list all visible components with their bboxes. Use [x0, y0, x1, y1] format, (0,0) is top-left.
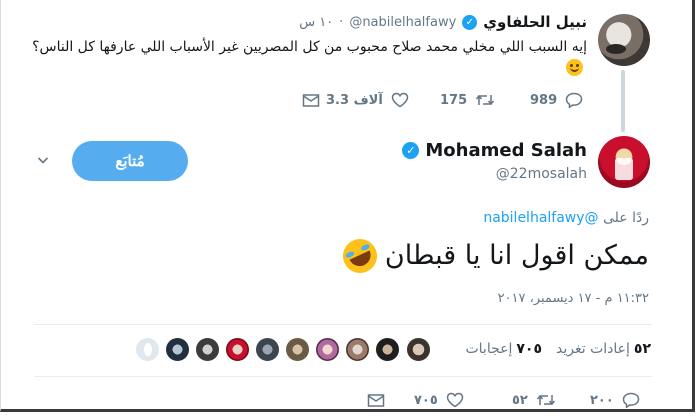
liker-avatar[interactable]: [135, 337, 160, 362]
likes-stat-label: إعجابات: [465, 341, 513, 357]
main-retweet-action[interactable]: ٥٢: [512, 392, 556, 408]
liker-avatar[interactable]: [406, 337, 431, 362]
likes-stat-count: ٧٠٥: [516, 341, 543, 357]
parent-tweet-header: نبيل الحلفاوي ✓ @nabilelhalfawy · ١٠ س: [299, 12, 587, 32]
main-retweet-count: ٥٢: [512, 392, 528, 408]
divider-bottom: [34, 376, 652, 377]
main-dm-action[interactable]: [367, 392, 385, 408]
rofl-emoji-icon: [337, 233, 383, 279]
main-tweet-timestamp[interactable]: ١١:٣٢ م - ١٧ ديسمبر، ٢٠١٧: [498, 291, 649, 306]
retweet-icon: [536, 394, 555, 406]
engagement-stats: ٥٢إعادات تغريد ٧٠٥إعجابات: [465, 341, 651, 357]
parent-like-action[interactable]: 3.3 آلاف: [326, 92, 409, 108]
retweet-icon: [476, 94, 495, 106]
main-reply-action[interactable]: ٢٠٠: [590, 392, 640, 408]
egg-icon: [144, 343, 152, 356]
reply-icon: [565, 92, 583, 108]
parent-tweet-text: إيه السبب اللي مخلي محمد صلاح محبوب من ك…: [27, 36, 587, 80]
envelope-icon: [302, 94, 320, 107]
retweets-stat-label: إعادات تغريد: [556, 341, 630, 357]
chevron-down-icon[interactable]: [37, 154, 49, 166]
parent-reply-count: 989: [530, 92, 558, 108]
main-author-name[interactable]: Mohamed Salah: [425, 140, 587, 161]
parent-tweet-text-content: إيه السبب اللي مخلي محمد صلاح محبوب من ك…: [32, 39, 587, 55]
replying-to-mention[interactable]: @nabilelhalfawy: [483, 210, 598, 226]
main-like-count: ٧٠٥: [414, 392, 438, 408]
envelope-icon: [367, 394, 385, 407]
parent-tweet-avatar[interactable]: [598, 14, 650, 66]
retweets-stat[interactable]: ٥٢إعادات تغريد: [556, 341, 651, 357]
liker-avatar[interactable]: [315, 337, 340, 362]
thread-connector-line: [621, 70, 625, 132]
smile-emoji-icon: [566, 59, 583, 76]
parent-author-handle[interactable]: @nabilelhalfawy: [349, 15, 456, 30]
liker-avatar[interactable]: [285, 337, 310, 362]
parent-tweet-time[interactable]: ١٠ س: [299, 15, 333, 30]
liker-avatar[interactable]: [195, 337, 220, 362]
parent-author-name[interactable]: نبيل الحلفاوي: [483, 13, 587, 31]
parent-dm-action[interactable]: [302, 92, 320, 108]
liker-avatar[interactable]: [255, 337, 280, 362]
liker-avatar[interactable]: [375, 337, 400, 362]
verified-badge-icon: ✓: [462, 14, 478, 30]
parent-reply-action[interactable]: 989: [530, 92, 583, 108]
main-author-name-row: ✓ Mohamed Salah: [402, 140, 587, 161]
main-reply-count: ٢٠٠: [590, 392, 614, 408]
likes-stat[interactable]: ٧٠٥إعجابات: [465, 341, 542, 357]
separator-dot: ·: [339, 14, 344, 30]
main-like-action[interactable]: ٧٠٥: [414, 392, 464, 408]
replying-to-line: ردًا على @nabilelhalfawy: [483, 210, 649, 226]
liker-avatar[interactable]: [165, 337, 190, 362]
heart-icon: [391, 92, 409, 108]
replying-to-label: ردًا على: [603, 210, 649, 226]
following-button[interactable]: مُتابَع: [72, 141, 188, 181]
liker-avatar[interactable]: [345, 337, 370, 362]
liker-avatar[interactable]: [225, 337, 250, 362]
main-tweet-avatar[interactable]: [598, 136, 650, 188]
parent-retweet-action[interactable]: 175: [440, 92, 495, 108]
verified-badge-icon: ✓: [402, 142, 420, 159]
liker-avatars: [135, 337, 434, 363]
main-author-handle[interactable]: @22mosalah: [496, 166, 587, 182]
main-tweet-text-content: ممكن اقول انا يا قبطان: [384, 240, 649, 271]
divider-top: [34, 324, 652, 325]
parent-like-count: 3.3 آلاف: [326, 92, 383, 108]
heart-icon: [446, 392, 464, 408]
parent-retweet-count: 175: [440, 92, 468, 108]
retweets-stat-count: ٥٢: [633, 341, 651, 357]
reply-icon: [622, 392, 640, 408]
main-tweet-text: ممكن اقول انا يا قبطان: [337, 233, 649, 279]
